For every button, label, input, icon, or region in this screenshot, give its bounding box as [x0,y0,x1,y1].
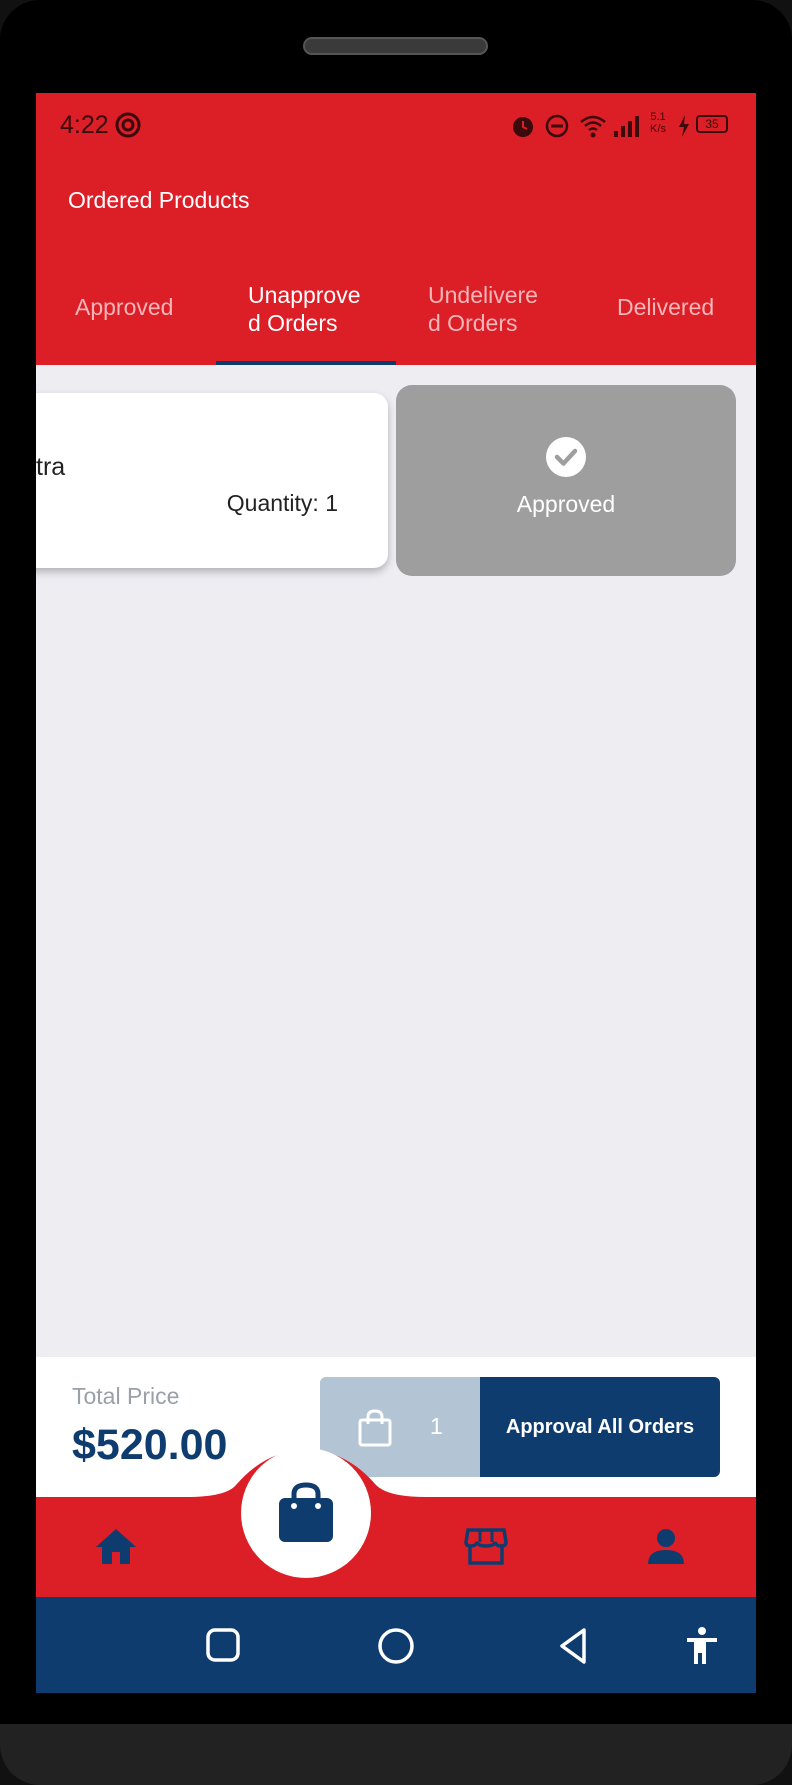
system-nav-bar [36,1597,756,1693]
tab-unapproved-orders[interactable]: Unapprove d Orders [248,281,361,337]
approve-action-label: Approved [516,491,616,517]
shopping-bag-outline-icon [358,1409,392,1447]
sync-icon [115,112,141,138]
status-time: 4:22 [60,111,109,139]
order-quantity: Quantity: 1 [226,490,338,516]
tab-indicator [216,361,396,365]
back-icon[interactable] [554,1626,594,1666]
page-title: Ordered Products [68,187,250,213]
accessibility-icon[interactable] [684,1626,720,1666]
network-speed-value: 5.1 [650,111,666,123]
app-bar: Ordered Products [36,157,756,241]
shopping-bag-icon [279,1482,333,1542]
do-not-disturb-icon [545,114,569,138]
wifi-icon [580,115,606,138]
alarm-icon [513,117,533,137]
tab-undelivered-orders[interactable]: Undelivere d Orders [428,281,538,337]
store-icon[interactable] [464,1526,508,1566]
phone-frame-bottom [0,1724,792,1785]
person-icon[interactable] [646,1526,686,1566]
battery-level: 35 [705,117,719,131]
order-product-name: tra [36,453,66,481]
recents-icon[interactable] [204,1626,242,1664]
cart-count: 1 [430,1413,443,1439]
phone-speaker [303,37,488,55]
approve-swipe-action[interactable]: Approved [396,385,736,576]
check-circle-icon [546,437,586,477]
tab-approved[interactable]: Approved [75,293,173,321]
network-speed: 5.1 K/s [646,111,670,135]
status-bar: 4:22 5.1 K/s 35 [36,93,756,157]
order-card[interactable]: tra Quantity: 1 [36,393,388,568]
bottom-nav-notch [36,1450,756,1505]
orders-fab[interactable] [241,1448,371,1578]
app-screen: 4:22 5.1 K/s 35 Ordered Products Approve… [36,93,756,1693]
home-icon[interactable] [94,1526,138,1566]
tab-delivered[interactable]: Delivered [617,293,714,321]
battery-icon: 35 [696,115,728,133]
network-speed-unit: K/s [650,123,666,135]
signal-icon [614,116,639,137]
total-price-label: Total Price [72,1383,180,1409]
home-circle-icon[interactable] [376,1626,416,1666]
tab-bar: Approved Unapprove d Orders Undelivere d… [36,241,756,365]
charging-icon [679,115,689,137]
